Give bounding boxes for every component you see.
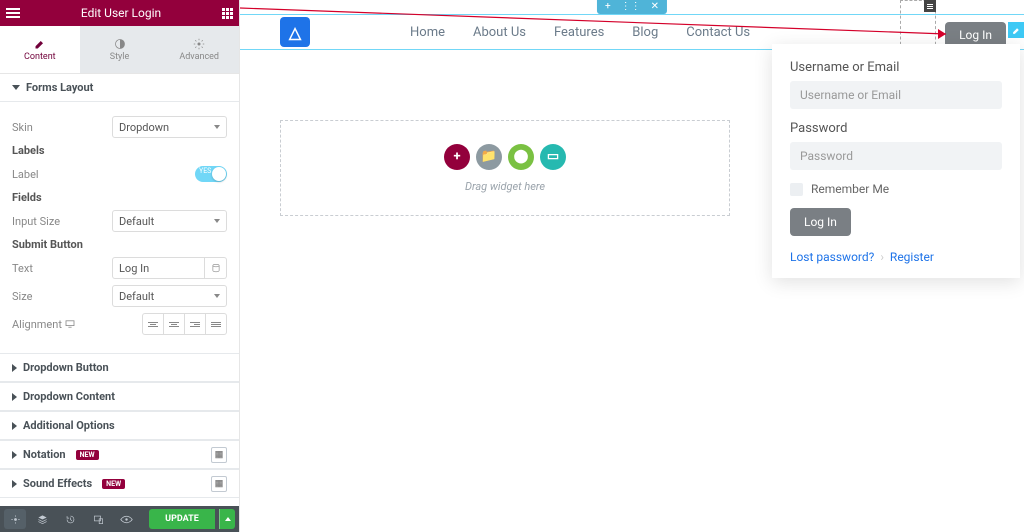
add-widget-icon[interactable]: + [444, 144, 470, 170]
update-button[interactable]: UPDATE [149, 509, 215, 529]
editor-panel: Edit User Login Content Style Advanced F… [0, 0, 240, 532]
dropzone-text: Drag widget here [465, 180, 545, 193]
caret-right-icon [12, 364, 17, 372]
tab-content[interactable]: Content [0, 26, 80, 73]
settings-button[interactable] [4, 509, 26, 529]
section-forms-layout[interactable]: Forms Layout [0, 74, 239, 102]
login-dropdown-card: Username or Email Username or Email Pass… [772, 44, 1020, 278]
caret-right-icon [12, 480, 17, 488]
caret-up-icon [225, 517, 231, 521]
responsive-button[interactable] [86, 509, 110, 529]
preset-icon[interactable]: ▦ [211, 447, 227, 463]
caret-right-icon [12, 393, 17, 401]
section-dropdown-button[interactable]: Dropdown Button [0, 353, 239, 382]
dropzone-icons: + 📁 ⬤ ▭ [444, 144, 566, 170]
navigator-button[interactable] [30, 509, 54, 529]
username-label: Username or Email [790, 60, 1002, 75]
desktop-icon [65, 320, 75, 328]
password-label: Password [790, 121, 1002, 136]
text-label: Text [12, 262, 33, 275]
site-logo[interactable]: △ [280, 17, 310, 47]
section-additional-options[interactable]: Additional Options [0, 411, 239, 440]
caret-right-icon [12, 451, 17, 459]
column-icon[interactable] [924, 0, 936, 12]
alignment-label: Alignment [12, 318, 75, 331]
preset-icon[interactable]: ▦ [211, 476, 227, 492]
size-label: Size [12, 290, 32, 303]
nav-about[interactable]: About Us [473, 25, 526, 40]
label-row-label: Label [12, 168, 39, 181]
preview-canvas: + ⋮⋮ ✕ △ Home About Us Features Blog Con… [240, 0, 1024, 532]
username-input[interactable]: Username or Email [790, 81, 1002, 109]
button-text-input[interactable]: Log In [112, 257, 205, 279]
history-button[interactable] [58, 509, 82, 529]
widget-dropzone[interactable]: + 📁 ⬤ ▭ Drag widget here [280, 120, 730, 216]
checkbox-icon [790, 183, 803, 196]
nav-features[interactable]: Features [554, 25, 604, 40]
layers-icon [37, 514, 48, 525]
nav-contact[interactable]: Contact Us [686, 25, 750, 40]
section-notation[interactable]: NotationNEW▦ [0, 440, 239, 469]
label-toggle[interactable]: YES [195, 166, 227, 182]
tab-style[interactable]: Style [80, 26, 160, 73]
labels-heading: Labels [12, 144, 227, 157]
panel-tabs: Content Style Advanced [0, 26, 239, 74]
align-center-button[interactable] [163, 313, 185, 335]
pencil-icon [1012, 26, 1021, 35]
template-icon[interactable]: ⬤ [508, 144, 534, 170]
login-submit-button[interactable]: Log In [790, 208, 851, 236]
chevron-down-icon [214, 294, 220, 298]
lost-password-link[interactable]: Lost password? [790, 250, 874, 264]
new-badge: NEW [102, 479, 125, 489]
dynamic-tags-button[interactable] [205, 257, 227, 279]
edit-widget-handle[interactable] [1008, 22, 1024, 38]
new-badge: NEW [76, 450, 99, 460]
caret-down-icon [12, 85, 20, 90]
responsive-icon [93, 514, 104, 525]
skin-select[interactable]: Dropdown [112, 116, 227, 138]
submit-heading: Submit Button [12, 238, 227, 251]
chevron-down-icon [214, 219, 220, 223]
fields-heading: Fields [12, 191, 227, 204]
login-links: Lost password?›Register [790, 250, 1002, 264]
update-options-button[interactable] [219, 509, 235, 529]
apps-icon[interactable] [222, 8, 233, 19]
align-right-button[interactable] [184, 313, 206, 335]
nav-blog[interactable]: Blog [632, 25, 658, 40]
password-input[interactable]: Password [790, 142, 1002, 170]
input-size-select[interactable]: Default [112, 210, 227, 232]
panel-title: Edit User Login [81, 6, 161, 20]
tab-advanced[interactable]: Advanced [159, 26, 239, 73]
nav-home[interactable]: Home [410, 25, 445, 40]
panel-body: Forms Layout Skin Dropdown Labels Label … [0, 74, 239, 506]
gear-icon [10, 514, 21, 525]
caret-right-icon [12, 422, 17, 430]
gear-icon [193, 38, 205, 50]
alignment-group [142, 313, 227, 335]
section-sound-effects[interactable]: Sound EffectsNEW▦ [0, 469, 239, 498]
align-justify-button[interactable] [205, 313, 227, 335]
folder-icon[interactable]: 📁 [476, 144, 502, 170]
panel-footer: UPDATE [0, 506, 239, 532]
contrast-icon [114, 38, 126, 50]
align-left-button[interactable] [142, 313, 164, 335]
skin-label: Skin [12, 121, 33, 134]
history-icon [65, 514, 76, 525]
size-select[interactable]: Default [112, 285, 227, 307]
register-link[interactable]: Register [890, 250, 934, 264]
database-icon [211, 263, 221, 273]
section-dropdown-content[interactable]: Dropdown Content [0, 382, 239, 411]
remember-me-checkbox[interactable]: Remember Me [790, 182, 1002, 196]
eye-icon [120, 514, 133, 525]
block-icon[interactable]: ▭ [540, 144, 566, 170]
menu-icon[interactable] [6, 8, 20, 18]
pencil-icon [34, 38, 46, 50]
nav-links: Home About Us Features Blog Contact Us [410, 25, 750, 40]
panel-header: Edit User Login [0, 0, 239, 26]
chevron-down-icon [214, 125, 220, 129]
preview-button[interactable] [114, 509, 138, 529]
input-size-label: Input Size [12, 215, 60, 228]
